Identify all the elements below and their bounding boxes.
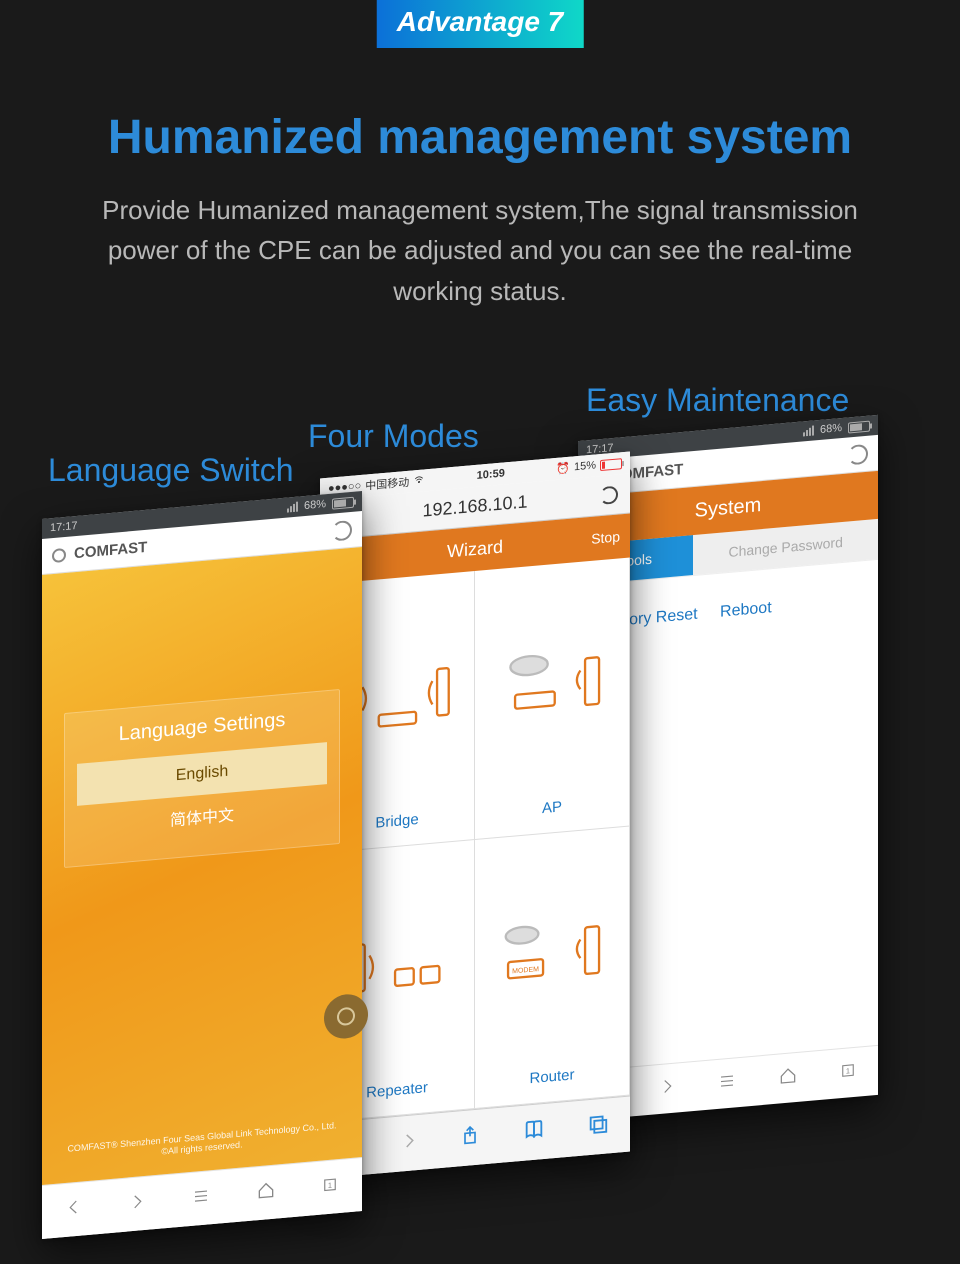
battery-icon	[848, 420, 870, 433]
nav-forward-icon[interactable]	[658, 1077, 676, 1102]
carrier: 中国移动	[365, 474, 409, 494]
status-time: 10:59	[477, 467, 505, 481]
nav-forward-icon[interactable]	[400, 1129, 418, 1158]
advantage-badge: Advantage 7	[377, 0, 584, 48]
phone2-caption: Four Modes	[308, 418, 479, 455]
subheadline: Provide Humanized management system,The …	[90, 190, 870, 311]
nav-home-icon[interactable]	[778, 1065, 798, 1092]
mode-repeater-label: Repeater	[366, 1079, 428, 1101]
language-settings-card: Language Settings English 简体中文	[64, 689, 339, 868]
nav-tabs-icon[interactable]: 1	[321, 1175, 339, 1200]
svg-text:1: 1	[846, 1066, 850, 1075]
language-fab[interactable]	[324, 992, 368, 1040]
mode-router[interactable]: MODEM Router	[475, 826, 630, 1109]
refresh-icon[interactable]	[848, 443, 868, 465]
tabs-icon[interactable]	[587, 1112, 609, 1141]
nav-menu-icon[interactable]	[191, 1186, 211, 1211]
brand-name: COMFAST	[74, 539, 147, 562]
nav-home-icon[interactable]	[256, 1180, 276, 1207]
phone1-caption: Language Switch	[48, 452, 294, 489]
wifi-icon	[413, 474, 425, 488]
language-settings-title: Language Settings	[77, 705, 326, 750]
wizard-title: Wizard	[447, 536, 503, 562]
mode-grid: Bridge AP Repeater MODEM Router	[320, 557, 630, 1122]
globe-icon	[52, 547, 66, 562]
globe-icon	[337, 1007, 355, 1027]
nav-forward-icon[interactable]	[128, 1192, 146, 1217]
svg-text:MODEM: MODEM	[512, 966, 539, 975]
battery-pct: 15%	[574, 459, 596, 473]
language-screen: Language Settings English 简体中文 COMFAST® …	[42, 547, 362, 1185]
signal-icon	[803, 425, 814, 436]
refresh-icon[interactable]	[332, 519, 352, 541]
reload-icon[interactable]	[600, 485, 618, 505]
mode-bridge-label: Bridge	[375, 811, 418, 832]
svg-text:1: 1	[328, 1181, 332, 1190]
phone-language-switch: 17:17 68% COMFAST Language Settings Engl…	[42, 491, 362, 1239]
copyright: COMFAST® Shenzhen Four Seas Global Link …	[52, 1119, 352, 1169]
mode-router-label: Router	[529, 1066, 574, 1087]
status-time: 17:17	[50, 520, 78, 534]
bookmarks-icon[interactable]	[522, 1118, 546, 1147]
battery-pct: 68%	[304, 498, 326, 512]
mode-ap[interactable]: AP	[475, 557, 630, 840]
battery-icon	[332, 496, 354, 509]
nav-back-icon[interactable]	[65, 1197, 83, 1222]
battery-icon	[600, 458, 622, 471]
stop-button[interactable]: Stop	[591, 528, 620, 547]
battery-pct: 68%	[820, 422, 842, 436]
link-reboot[interactable]: Reboot	[720, 599, 772, 621]
nav-tabs-icon[interactable]: 1	[839, 1061, 857, 1086]
alarm-icon: ⏰	[556, 461, 570, 475]
share-icon[interactable]	[460, 1123, 480, 1154]
nav-menu-icon[interactable]	[717, 1071, 737, 1096]
phone3-caption: Easy Maintenance	[586, 382, 849, 419]
signal-icon	[287, 502, 298, 513]
url-text: 192.168.10.1	[422, 491, 527, 521]
phone-four-modes: ●●●○○ 中国移动 10:59 ⏰ 15% 192.168.10.1 Wiza…	[320, 451, 630, 1178]
mode-ap-label: AP	[542, 798, 562, 817]
headline: Humanized management system	[0, 110, 960, 165]
